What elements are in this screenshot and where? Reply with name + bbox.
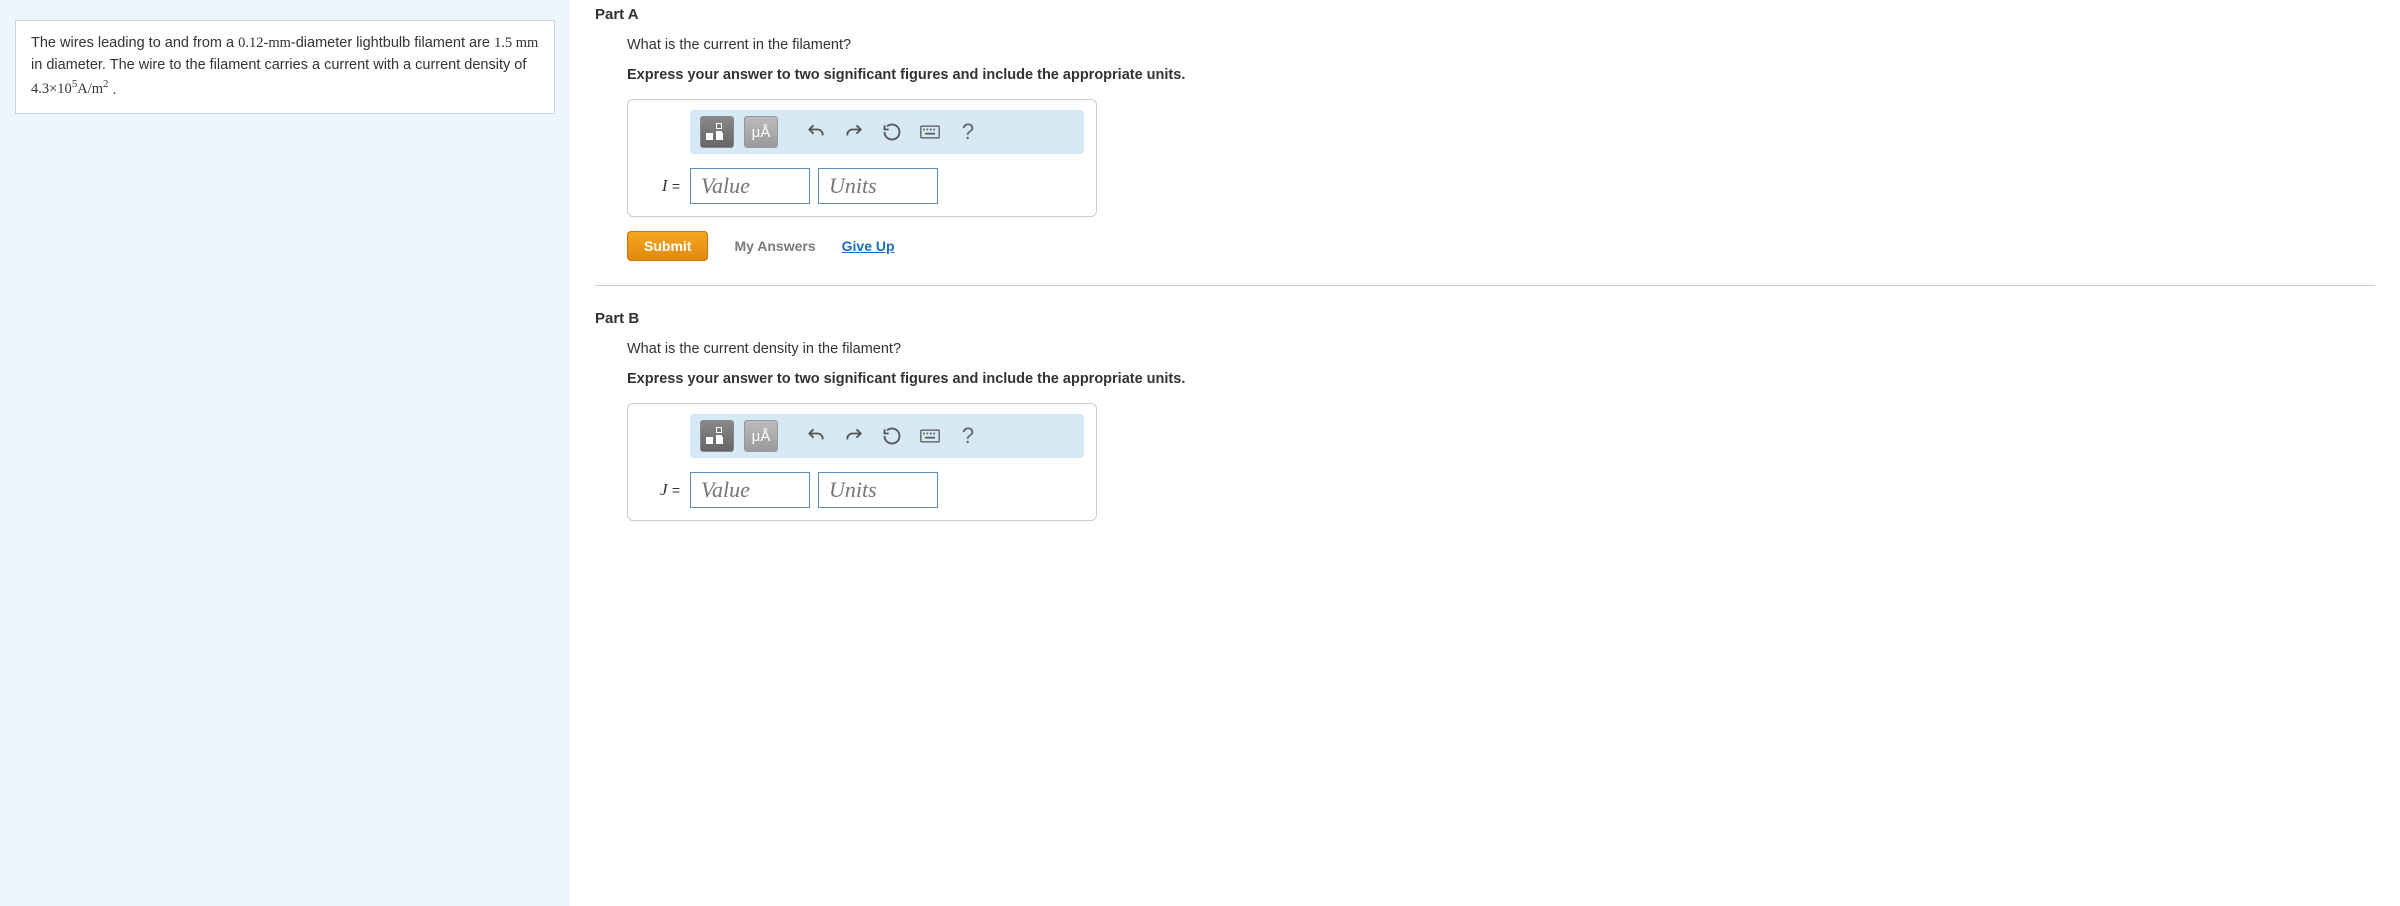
reset-button[interactable] — [878, 422, 906, 450]
submit-button-a[interactable]: Submit — [627, 231, 708, 261]
part-b-body: What is the current density in the filam… — [595, 341, 2375, 521]
part-separator — [595, 285, 2375, 286]
diameter-1: 0.12-mm — [238, 35, 291, 51]
problem-text: in diameter. The wire to the filament ca… — [31, 57, 526, 73]
units-button[interactable]: μÅ — [744, 420, 778, 452]
units-button-label: μÅ — [752, 124, 771, 141]
units-input-b[interactable] — [818, 472, 938, 508]
my-answers-a[interactable]: My Answers — [734, 238, 815, 254]
part-b: Part B What is the current density in th… — [595, 304, 2375, 521]
undo-button[interactable] — [802, 118, 830, 146]
var-label-a: I = — [640, 176, 682, 196]
part-a-label: Part A — [595, 6, 2375, 23]
units-button-label: μÅ — [752, 428, 771, 445]
toolbar-b: μÅ ? — [690, 414, 1084, 458]
problem-statement: The wires leading to and from a 0.12-mm-… — [15, 20, 555, 114]
units-input-a[interactable] — [818, 168, 938, 204]
give-up-link-a[interactable]: Give Up — [842, 238, 895, 254]
answer-box-b: μÅ ? — [627, 403, 1097, 521]
templates-icon — [706, 427, 728, 445]
help-button[interactable]: ? — [954, 118, 982, 146]
var-label-b: J = — [640, 480, 682, 500]
undo-button[interactable] — [802, 422, 830, 450]
units-button[interactable]: μÅ — [744, 116, 778, 148]
part-b-question: What is the current density in the filam… — [627, 341, 2375, 357]
answer-box-a: μÅ ? — [627, 99, 1097, 217]
input-row-a: I = — [640, 168, 1084, 204]
problem-text: The wires leading to and from a — [31, 35, 238, 51]
templates-button[interactable] — [700, 420, 734, 452]
problem-text: -diameter lightbulb filament are — [291, 35, 494, 51]
part-a: Part A What is the current in the filame… — [595, 0, 2375, 261]
part-a-instruction: Express your answer to two significant f… — [627, 67, 2375, 83]
redo-button[interactable] — [840, 422, 868, 450]
keyboard-button[interactable] — [916, 118, 944, 146]
action-row-a: Submit My Answers Give Up — [627, 231, 2375, 261]
diameter-2: 1.5 mm — [494, 35, 538, 51]
density-value: 4.3×105A/m2 — [31, 81, 108, 97]
part-b-label: Part B — [595, 310, 2375, 327]
answer-panel: Part A What is the current in the filame… — [570, 0, 2400, 906]
part-b-instruction: Express your answer to two significant f… — [627, 371, 2375, 387]
value-input-a[interactable] — [690, 168, 810, 204]
help-button[interactable]: ? — [954, 422, 982, 450]
redo-button[interactable] — [840, 118, 868, 146]
keyboard-button[interactable] — [916, 422, 944, 450]
part-a-question: What is the current in the filament? — [627, 37, 2375, 53]
toolbar-a: μÅ ? — [690, 110, 1084, 154]
templates-icon — [706, 123, 728, 141]
problem-text: . — [108, 81, 116, 97]
problem-panel: The wires leading to and from a 0.12-mm-… — [0, 0, 570, 906]
value-input-b[interactable] — [690, 472, 810, 508]
templates-button[interactable] — [700, 116, 734, 148]
input-row-b: J = — [640, 472, 1084, 508]
part-a-body: What is the current in the filament? Exp… — [595, 37, 2375, 261]
reset-button[interactable] — [878, 118, 906, 146]
